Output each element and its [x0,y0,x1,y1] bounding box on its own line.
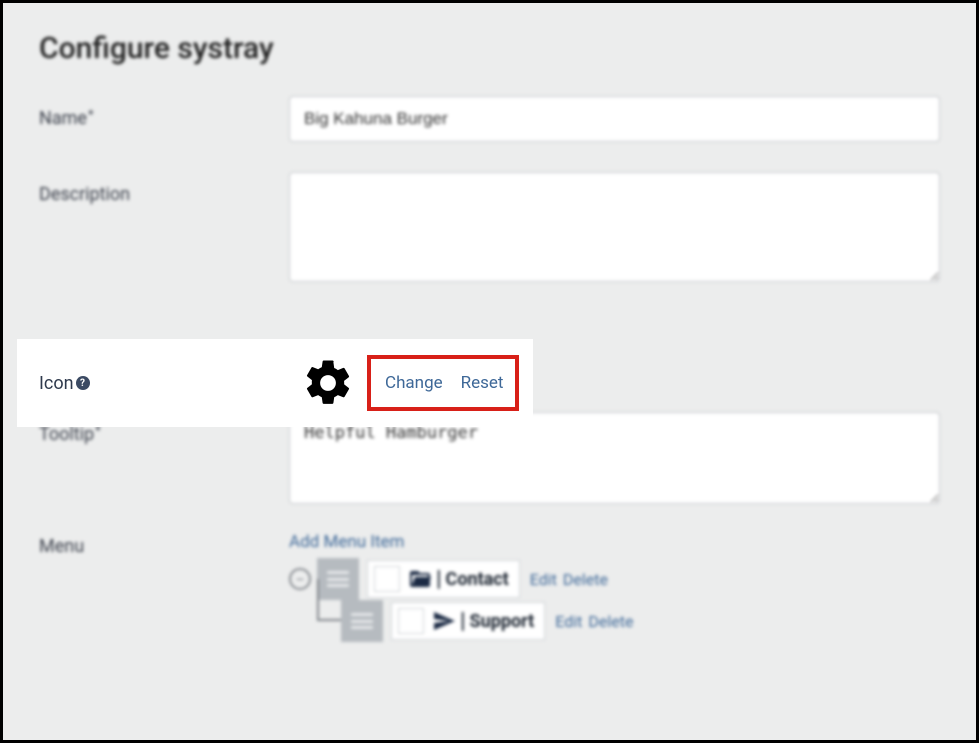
delete-link[interactable]: Delete [563,570,608,589]
name-row: Name [3,96,976,142]
name-input[interactable] [289,96,940,142]
icon-label: Icon [39,373,74,394]
reset-icon-link[interactable]: Reset [461,373,504,393]
menu-label: Menu [39,532,289,642]
highlight-box: Change Reset [367,355,519,411]
menu-section: Menu Add Menu Item − | Contact Edit De [3,532,976,642]
menu-item-label: Contact [446,569,509,590]
icon-row: Icon ? Change Reset [17,339,533,427]
paper-plane-icon [432,609,456,633]
help-icon[interactable]: ? [76,376,90,390]
collapse-icon[interactable]: − [289,568,311,590]
menu-item-label: Support [470,611,535,632]
menu-item-row: − | Contact Edit Delete [289,558,940,600]
menu-item-row: | Support Edit Delete [341,600,940,642]
edit-link[interactable]: Edit [555,612,582,631]
folder-open-icon [408,567,432,591]
drag-handle-icon[interactable] [341,600,383,642]
menu-item-box: | Contact [367,560,520,598]
delete-link[interactable]: Delete [588,612,633,631]
description-row: Description [3,172,976,282]
gear-icon [301,356,355,410]
page-title: Configure systray [3,3,976,66]
description-input[interactable] [289,172,940,282]
separator-icon: | [460,609,466,634]
add-menu-item-link[interactable]: Add Menu Item [289,532,940,552]
menu-item-box: | Support [391,602,545,640]
description-label: Description [39,172,289,205]
tree-connector-icon [317,579,341,621]
separator-icon: | [436,567,442,592]
change-icon-link[interactable]: Change [385,373,443,393]
menu-item-icon-slot [398,608,424,634]
name-label: Name [39,96,289,129]
menu-item-icon-slot [374,566,400,592]
edit-link[interactable]: Edit [530,570,557,589]
